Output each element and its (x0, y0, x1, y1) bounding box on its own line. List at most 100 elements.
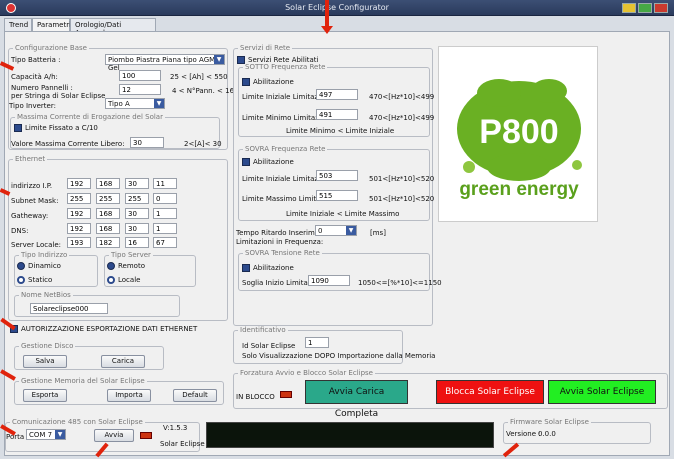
capacita-label: Capacità A/h: (11, 73, 58, 81)
locale-label: Locale (118, 276, 141, 284)
server-octet-2[interactable] (96, 237, 120, 248)
minimize-button[interactable] (622, 3, 636, 13)
ip-octet-2[interactable] (96, 178, 120, 189)
id-input[interactable] (305, 337, 329, 348)
valore-corrente-input[interactable] (130, 137, 164, 148)
mask-octet-2[interactable] (96, 193, 120, 204)
dns-label: DNS: (11, 227, 29, 235)
ip-octet-3[interactable] (125, 178, 149, 189)
soglia-input[interactable] (308, 275, 350, 286)
blocca-button[interactable]: Blocca Solar Eclipse (436, 380, 544, 404)
tipo-server-legend: Tipo Server (111, 251, 151, 259)
valore-corrente-range: 2<[A]< 30 (184, 140, 222, 148)
dns-octet-1[interactable] (67, 223, 91, 234)
limite-label: Limite Fissato a C/10 (25, 124, 98, 132)
sotto-note: Limite Minimo < Limite Iniziale (286, 127, 395, 135)
salva-button[interactable]: Salva (23, 355, 67, 368)
server-octet-3[interactable] (125, 237, 149, 248)
server-octet-4[interactable] (153, 237, 177, 248)
forzatura-legend: Forzatura Avvio e Blocco Solar Eclipse (240, 369, 373, 377)
memoria-legend: Gestione Memoria del Solar Eclipse (21, 377, 145, 385)
device-label: Solar Eclipse (160, 440, 205, 448)
sotto-lim-iniz-input[interactable] (316, 89, 358, 100)
numero-pannelli-input[interactable] (119, 84, 161, 95)
tipo-inverter-select[interactable]: Tipo A ▼ (105, 98, 165, 109)
soglia-range: 1050<=[%*10]<=1150 (358, 279, 442, 287)
comm-status-led (140, 432, 152, 439)
numero-pannelli-label: Numero Pannelli : (11, 84, 73, 92)
sovra-lim-iniz-input[interactable] (316, 170, 358, 181)
sotto-lim-min-input[interactable] (316, 109, 358, 120)
mask-octet-4[interactable] (153, 193, 177, 204)
avvia-comm-button[interactable]: Avvia (94, 429, 134, 442)
tipo-inverter-label: Tipo Inverter: (9, 102, 56, 110)
tensione-abilitazione-checkbox[interactable] (242, 264, 250, 272)
dns-octet-2[interactable] (96, 223, 120, 234)
server-octet-1[interactable] (67, 237, 91, 248)
firmware-legend: Firmware Solar Eclipse (510, 418, 589, 426)
esporta-button[interactable]: Esporta (23, 389, 67, 402)
importa-button[interactable]: Importa (107, 389, 151, 402)
logo-text: P800 (479, 113, 558, 151)
dinamico-label: Dinamico (28, 262, 61, 270)
mask-octet-1[interactable] (67, 193, 91, 204)
progress-bar (206, 422, 494, 448)
ritardo-select[interactable]: 0 ▼ (315, 225, 357, 236)
corrente-legend: Massima Corrente di Erogazione del Solar (17, 113, 163, 121)
porta-select[interactable]: COM 7 ▼ (26, 429, 66, 440)
locale-radio[interactable] (107, 276, 115, 284)
remoto-radio[interactable] (107, 262, 115, 270)
ip-octet-4[interactable] (153, 178, 177, 189)
maximize-button[interactable] (638, 3, 652, 13)
capacita-input[interactable] (119, 70, 161, 81)
ritardo-label2: Limitazioni in Frequenza: (236, 238, 324, 246)
sotto-lim-min-range: 470<[Hz*10]<499 (369, 114, 435, 122)
sotto-lim-iniz-range: 470<[Hz*10]<499 (369, 93, 435, 101)
sovra-note: Limite Iniziale < Limite Massimo (286, 210, 400, 218)
config-base-legend: Configurazione Base (15, 44, 87, 52)
default-button[interactable]: Default (173, 389, 217, 402)
statico-label: Statico (28, 276, 53, 284)
netbios-input[interactable] (30, 303, 108, 314)
sovra-abilitazione-label: Abilitazione (253, 158, 294, 166)
dinamico-radio[interactable] (17, 262, 25, 270)
dns-octet-4[interactable] (153, 223, 177, 234)
ip-label: indirizzo I.P. (11, 182, 53, 190)
tab-orologio[interactable]: Orologio/Dati Accumulo (70, 18, 156, 37)
tipo-batteria-label: Tipo Batteria : (11, 56, 61, 64)
capacita-range: 25 < [Ah] < 550 (170, 73, 228, 81)
logo-tagline: green energy (459, 179, 579, 200)
ip-octet-1[interactable] (67, 178, 91, 189)
limite-checkbox[interactable] (14, 124, 22, 132)
tipo-indirizzo-legend: Tipo Indirizzo (21, 251, 68, 259)
tipo-batteria-select[interactable]: Piombo Piastra Piana tipo AGM Gel ▼ (105, 54, 225, 72)
autorizzazione-label: AUTORIZZAZIONE ESPORTAZIONE DATI ETHERNE… (21, 325, 198, 333)
avvia-solar-button[interactable]: Avvia Solar Eclipse (548, 380, 656, 404)
sovra-lim-max-input[interactable] (316, 190, 358, 201)
gw-octet-3[interactable] (125, 208, 149, 219)
tab-parametri[interactable]: Parametri (32, 18, 71, 32)
avvia-carica-button[interactable]: Avvia Carica Completa (305, 380, 408, 419)
statico-radio[interactable] (17, 276, 25, 284)
numero-pannelli-range: 4 < N°Pann. < 16 (172, 87, 235, 95)
sotto-legend: SOTTO Frequenza Rete (245, 63, 326, 71)
server-label: Server Locale: (11, 241, 61, 249)
ritardo-value: 0 (318, 227, 323, 235)
chevron-down-icon: ▼ (346, 226, 356, 235)
tipo-inverter-value: Tipo A (108, 100, 130, 108)
mask-octet-3[interactable] (125, 193, 149, 204)
tab-trend[interactable]: Trend (4, 18, 32, 31)
tensione-legend: SOVRA Tensione Rete (245, 249, 320, 257)
identificativo-note: Solo Visualizzazione DOPO Importazione d… (242, 352, 436, 360)
chevron-down-icon: ▼ (214, 55, 224, 64)
close-button[interactable] (654, 3, 668, 13)
sotto-abilitazione-checkbox[interactable] (242, 78, 250, 86)
carica-button[interactable]: Carica (101, 355, 145, 368)
gw-octet-2[interactable] (96, 208, 120, 219)
sovra-abilitazione-checkbox[interactable] (242, 158, 250, 166)
gw-octet-1[interactable] (67, 208, 91, 219)
p800-logo: P800 green energy (457, 79, 582, 200)
dns-octet-3[interactable] (125, 223, 149, 234)
gw-octet-4[interactable] (153, 208, 177, 219)
disco-legend: Gestione Disco (21, 342, 74, 350)
